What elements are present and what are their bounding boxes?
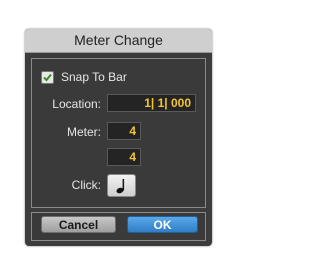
location-field[interactable]: 1| 1| 000 (107, 94, 196, 112)
dialog-footer: Cancel OK (31, 212, 206, 241)
location-label: Location: (52, 97, 101, 111)
dialog-title: Meter Change (25, 29, 212, 53)
meter-change-dialog: Meter Change Snap To Bar Location: 1| 1|… (25, 29, 212, 246)
ok-button[interactable]: OK (127, 216, 198, 233)
snap-to-bar-checkbox[interactable] (41, 71, 54, 84)
meter-label: Meter: (66, 125, 101, 139)
meter-denominator-field[interactable]: 4 (107, 148, 141, 166)
quarter-note-icon (116, 179, 125, 194)
meter-numerator-field[interactable]: 4 (107, 122, 141, 140)
click-note-button[interactable] (107, 174, 136, 197)
click-label: Click: (71, 178, 101, 192)
snap-to-bar-label: Snap To Bar (61, 70, 127, 84)
checkmark-icon (43, 73, 52, 82)
cancel-button[interactable]: Cancel (41, 216, 116, 233)
